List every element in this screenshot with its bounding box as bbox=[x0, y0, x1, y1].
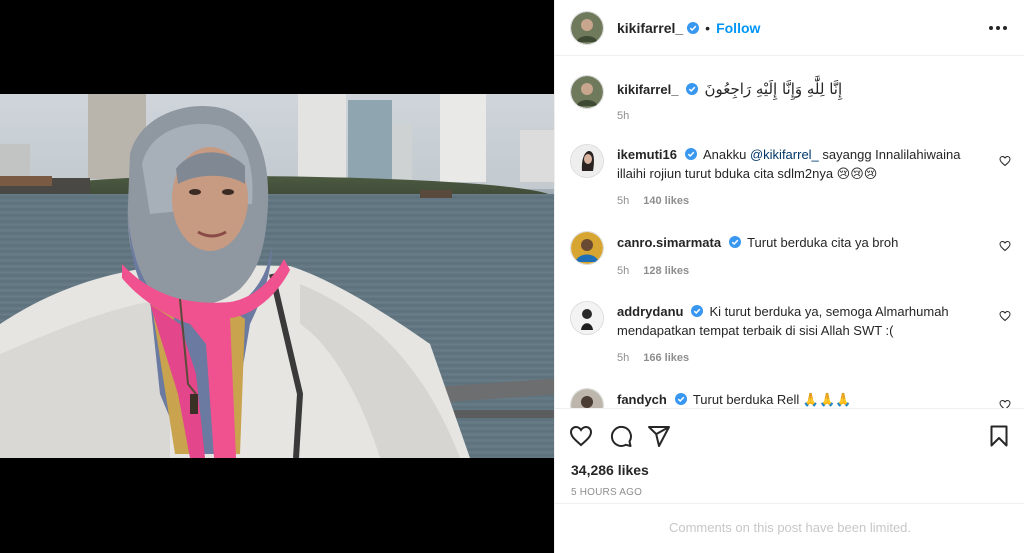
caption-author-avatar[interactable] bbox=[571, 76, 603, 108]
author-avatar[interactable] bbox=[571, 11, 603, 44]
comments-list[interactable]: kikifarrel_ إِنَّا لِلَّٰهِ وَإِنَّا إِلَ… bbox=[555, 57, 1024, 408]
comment-likes[interactable]: 128 likes bbox=[643, 265, 689, 277]
post-photo[interactable] bbox=[0, 94, 554, 458]
photo-woman-in-hijab bbox=[0, 106, 470, 458]
action-icons-row bbox=[569, 424, 1011, 448]
post-caption: kikifarrel_ إِنَّا لِلَّٰهِ وَإِنَّا إِلَ… bbox=[571, 76, 1011, 136]
comment-item: ikemuti16 Anakku @kikifarrel_ sayangg Inn… bbox=[571, 145, 1011, 211]
comment-body: ikemuti16 Anakku @kikifarrel_ sayangg Inn… bbox=[617, 145, 985, 183]
comment-time[interactable]: 5h bbox=[617, 352, 629, 364]
commenter-avatar[interactable] bbox=[571, 302, 603, 334]
author-username[interactable]: kikifarrel_ bbox=[617, 20, 683, 36]
comment-meta: 5h 128 likes bbox=[617, 265, 689, 277]
follow-button[interactable]: Follow bbox=[716, 20, 760, 36]
verified-icon bbox=[687, 21, 700, 34]
commenter-avatar[interactable] bbox=[571, 232, 603, 264]
comment-username[interactable]: ikemuti16 bbox=[617, 147, 677, 162]
comment-item: fandych Turut berduka Rell 🙏🙏🙏 bbox=[571, 389, 1011, 408]
separator-dot: • bbox=[705, 19, 711, 36]
comment-username[interactable]: fandych bbox=[617, 392, 667, 407]
heart-icon[interactable] bbox=[999, 155, 1011, 167]
post-like-count[interactable]: 34,286 likes bbox=[571, 462, 649, 478]
share-icon[interactable] bbox=[647, 424, 671, 448]
post-actions-section: 34,286 likes 5 HOURS AGO Comments on thi… bbox=[555, 408, 1024, 553]
comment-item: addrydanu Ki turut berduka ya, semoga Alm… bbox=[571, 302, 1011, 368]
post-media[interactable] bbox=[0, 0, 554, 553]
more-options-icon[interactable] bbox=[986, 16, 1010, 40]
comment-meta: 5h 166 likes bbox=[617, 352, 689, 364]
comments-limited-notice: Comments on this post have been limited. bbox=[555, 503, 1024, 553]
commenter-avatar[interactable] bbox=[571, 389, 603, 408]
comment-text: Anakku bbox=[702, 147, 750, 162]
verified-icon bbox=[684, 148, 697, 160]
comment-body: fandych Turut berduka Rell 🙏🙏🙏 bbox=[617, 390, 985, 408]
heart-icon[interactable] bbox=[999, 240, 1011, 252]
verified-icon bbox=[729, 236, 742, 248]
comment-username[interactable]: addrydanu bbox=[617, 304, 683, 319]
verified-icon bbox=[674, 393, 687, 405]
comment-mention-link[interactable]: @kikifarrel_ bbox=[750, 147, 819, 162]
commenter-avatar[interactable] bbox=[571, 145, 603, 177]
verified-icon bbox=[691, 305, 704, 317]
comment-time[interactable]: 5h bbox=[617, 195, 629, 207]
heart-icon[interactable] bbox=[999, 310, 1011, 322]
caption-time[interactable]: 5h bbox=[617, 110, 629, 122]
comment-meta: 5h 140 likes bbox=[617, 195, 689, 207]
comment-item: canro.simarmata Turut berduka cita ya bro… bbox=[571, 232, 1011, 282]
caption-username[interactable]: kikifarrel_ bbox=[617, 82, 678, 97]
heart-icon[interactable] bbox=[569, 424, 593, 448]
comment-text: Turut berduka cita ya broh bbox=[747, 235, 899, 250]
comment-body: canro.simarmata Turut berduka cita ya bro… bbox=[617, 233, 985, 252]
comment-body: addrydanu Ki turut berduka ya, semoga Alm… bbox=[617, 302, 985, 340]
post-timestamp[interactable]: 5 HOURS AGO bbox=[571, 487, 642, 498]
verified-icon bbox=[686, 83, 699, 95]
post-details-panel: kikifarrel_ • Follow kikifarrel_ إِنَّا ل… bbox=[554, 0, 1024, 553]
comment-likes[interactable]: 166 likes bbox=[643, 352, 689, 364]
comment-username[interactable]: canro.simarmata bbox=[617, 235, 721, 250]
comment-likes[interactable]: 140 likes bbox=[643, 195, 689, 207]
comment-icon[interactable] bbox=[609, 424, 633, 448]
caption-body: kikifarrel_ إِنَّا لِلَّٰهِ وَإِنَّا إِلَ… bbox=[617, 80, 985, 99]
post-header: kikifarrel_ • Follow bbox=[555, 0, 1024, 56]
heart-icon[interactable] bbox=[999, 399, 1011, 408]
comment-time[interactable]: 5h bbox=[617, 265, 629, 277]
bookmark-icon[interactable] bbox=[987, 424, 1011, 448]
caption-text: إِنَّا لِلَّٰهِ وَإِنَّا إِلَيْهِ رَاجِع… bbox=[704, 80, 843, 98]
comment-text: Turut berduka Rell 🙏🙏🙏 bbox=[692, 392, 852, 407]
